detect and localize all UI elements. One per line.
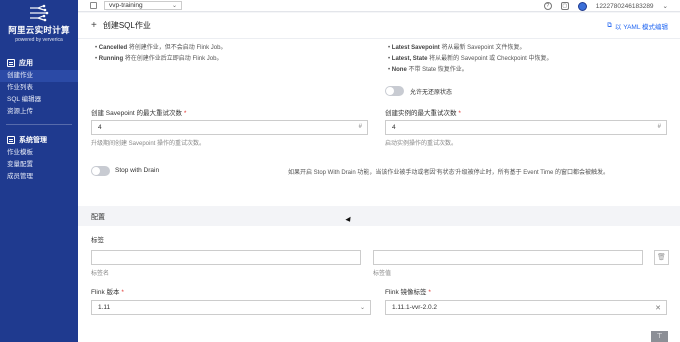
help-icon[interactable]: ?	[543, 2, 552, 10]
tag-value-hint: 标签值	[373, 271, 392, 277]
sidebar-section-system-label: 系统管理	[19, 137, 47, 144]
required-mark: *	[458, 110, 461, 117]
yaml-edit-label: 以 YAML 模式编辑	[614, 23, 668, 31]
flink-version-label-text: Flink 版本	[91, 289, 120, 296]
app-grid-icon	[7, 59, 15, 67]
config-section-title: 配置	[91, 214, 105, 221]
tags-label: 标签	[91, 237, 104, 244]
savepoint-retry-value: 4	[98, 124, 102, 131]
sidebar-item-variable-config[interactable]: 变量配置	[0, 159, 78, 171]
number-stepper-icon[interactable]: #	[359, 124, 362, 130]
savepoint-retry-hint: 升级期间创建 Savepoint 操作的重试次数。	[91, 141, 206, 147]
stop-with-drain-description: 如果开启 Stop With Drain 功能，当该作业被手动或者因'有状态'升…	[288, 170, 609, 176]
stop-with-drain-label: Stop with Drain	[115, 167, 160, 174]
instance-retry-input[interactable]: 4 #	[385, 120, 667, 135]
system-settings-icon	[7, 136, 15, 144]
page-title: 创建SQL作业	[102, 21, 151, 30]
bullet-key: Cancelled	[98, 45, 128, 51]
flink-image-label-text: Flink 镜像标签	[385, 289, 427, 296]
list-item: • None 不带 State 恢复作业。	[388, 67, 468, 73]
account-id[interactable]: 1222780246183289	[596, 3, 654, 10]
logo-icon	[30, 4, 49, 22]
bullet-key: Latest, State	[391, 56, 428, 62]
sidebar-item-resource-upload[interactable]: 资源上传	[0, 106, 78, 118]
stop-with-drain-toggle[interactable]	[91, 166, 110, 176]
clear-icon[interactable]: ✕	[655, 304, 661, 312]
flink-image-value: 1.11.1-vvr-2.0.2	[392, 304, 438, 311]
sidebar-item-job-list[interactable]: 作业列表	[0, 82, 78, 94]
plus-icon: +	[91, 20, 97, 31]
sidebar-item-sql-editor[interactable]: SQL 编辑器	[0, 94, 78, 106]
bullet-text: 将从最新 Savepoint 文件恢复。	[439, 45, 526, 51]
savepoint-retry-input[interactable]: 4 #	[91, 120, 368, 135]
scroll-to-top-button[interactable]: ⊤	[651, 331, 668, 342]
flink-version-select[interactable]: 1.11 ⌄	[91, 300, 371, 315]
savepoint-retry-label: 创建 Savepoint 的最大重试次数 *	[91, 107, 186, 117]
bullet-key: Running	[98, 56, 124, 62]
instance-retry-label: 创建实例的最大重试次数 *	[385, 107, 461, 117]
brand-title: 阿里云实时计算	[8, 25, 70, 35]
workspace-select-value: vvp-training	[109, 2, 143, 9]
config-section-header: 配置	[78, 206, 680, 226]
account-dropdown-icon[interactable]: ⌄	[663, 2, 668, 10]
allow-no-state-toggle[interactable]	[385, 86, 404, 96]
sidebar-item-create-job[interactable]: 创建作业	[0, 70, 78, 82]
chevron-down-icon: ⌄	[359, 305, 365, 311]
instance-retry-hint: 启动实例操作的重试次数。	[385, 141, 458, 147]
tag-name-input[interactable]	[91, 250, 361, 265]
avatar[interactable]	[577, 1, 587, 11]
number-stepper-icon[interactable]: #	[658, 124, 661, 130]
bullet-text: 不带 State 恢复作业。	[406, 67, 468, 73]
sidebar-item-member-management[interactable]: 成员管理	[0, 171, 78, 183]
list-item: • Latest Savepoint 将从最新 Savepoint 文件恢复。	[388, 45, 526, 51]
top-bar: vvp-training ⌄ ? ▢ 1222780246183289 ⌄	[78, 0, 680, 12]
brand-logo[interactable]: 阿里云实时计算 powered by ververica	[0, 0, 78, 50]
workspace-select[interactable]: vvp-training ⌄	[104, 1, 182, 10]
sidebar: 阿里云实时计算 powered by ververica 应用 创建作业 作业列…	[0, 0, 78, 342]
required-mark: *	[428, 289, 431, 296]
notification-icon[interactable]: ▢	[560, 2, 569, 10]
delete-tag-icon[interactable]: 🗑	[654, 250, 669, 265]
flink-image-select[interactable]: 1.11.1-vvr-2.0.2 ✕	[385, 300, 667, 315]
instance-retry-label-text: 创建实例的最大重试次数	[385, 110, 457, 117]
bullet-key: None	[391, 67, 407, 73]
flink-image-label: Flink 镜像标签 *	[385, 286, 431, 296]
workspace-icon	[90, 2, 97, 9]
tag-name-hint: 标签名	[91, 271, 110, 277]
sidebar-section-app[interactable]: 应用	[0, 56, 78, 70]
top-right-actions: ? ▢ 1222780246183289 ⌄	[543, 0, 668, 12]
sidebar-section-app-label: 应用	[19, 60, 33, 67]
required-mark: *	[183, 110, 187, 117]
bullet-text: 将从最新的 Savepoint 或 Checkpoint 中恢复。	[427, 56, 553, 62]
sidebar-section-system[interactable]: 系统管理	[0, 133, 78, 147]
bullet-text: 将在创建作业后立即启动 Flink Job。	[123, 56, 223, 62]
yaml-edit-link[interactable]: ⧉ 以 YAML 模式编辑	[607, 21, 668, 31]
list-item: • Latest, State 将从最新的 Savepoint 或 Checkp…	[388, 56, 553, 62]
sidebar-divider	[6, 124, 72, 125]
edit-icon: ⧉	[607, 21, 612, 29]
flink-version-label: Flink 版本 *	[91, 286, 124, 296]
list-item: • Cancelled 将创建作业，但不会启动 Flink Job。	[95, 45, 227, 51]
instance-retry-value: 4	[392, 124, 396, 131]
bullet-key: Latest Savepoint	[391, 45, 440, 51]
savepoint-retry-label-text: 创建 Savepoint 的最大重试次数	[91, 110, 183, 117]
allow-no-state-label: 允许无还原状态	[410, 90, 453, 96]
chevron-down-icon: ⌄	[171, 3, 177, 9]
list-item: • Running 将在创建作业后立即启动 Flink Job。	[95, 56, 223, 62]
sidebar-item-job-template[interactable]: 作业模板	[0, 147, 78, 159]
required-mark: *	[121, 289, 124, 296]
flink-version-value: 1.11	[98, 304, 111, 311]
tag-value-input[interactable]	[373, 250, 643, 265]
brand-subtitle: powered by ververica	[15, 37, 63, 43]
job-form: • Cancelled 将创建作业，但不会启动 Flink Job。 • Run…	[78, 39, 680, 342]
bullet-text: 将创建作业，但不会启动 Flink Job。	[127, 45, 227, 51]
page-header: + 创建SQL作业 ⧉ 以 YAML 模式编辑	[78, 13, 680, 39]
